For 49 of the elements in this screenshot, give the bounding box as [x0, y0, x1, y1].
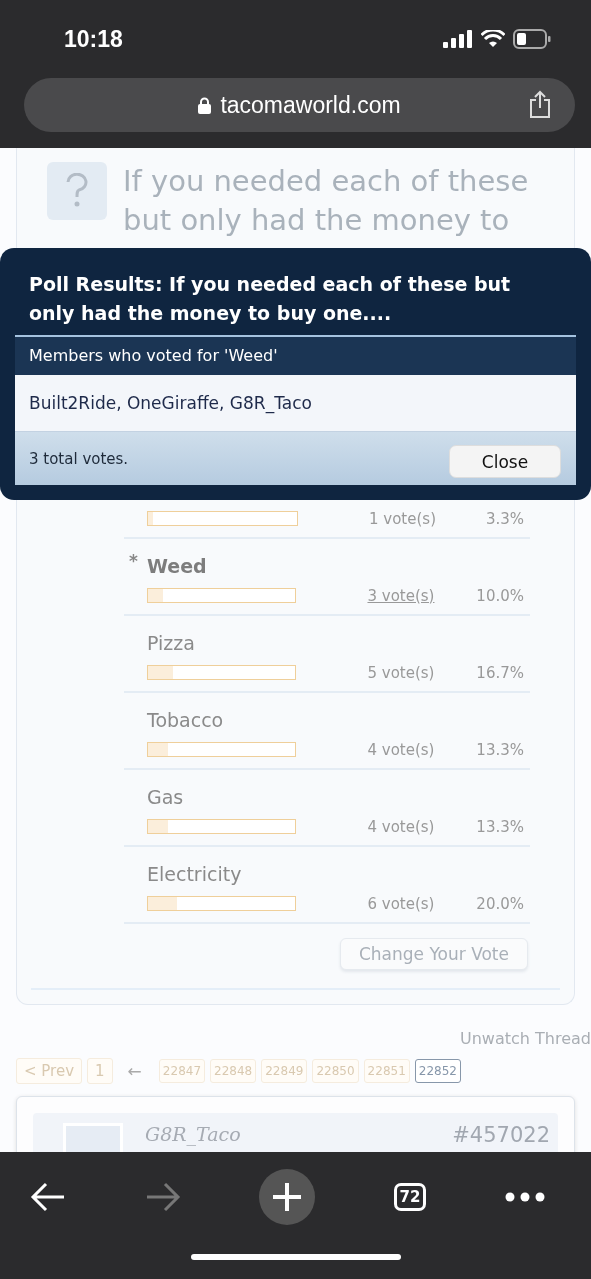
poll-question: If you needed each of these but only had the money to [123, 163, 530, 239]
page-button[interactable]: 22851 [363, 1059, 410, 1083]
vote-percent: 3.3% [485, 509, 524, 528]
page-button[interactable]: 22849 [261, 1059, 308, 1083]
close-button[interactable]: Close [449, 445, 561, 478]
share-icon[interactable] [529, 90, 551, 118]
vote-count-link[interactable]: 1 vote(s) [369, 509, 479, 528]
total-votes: 3 total votes. [29, 449, 129, 468]
new-tab-plus-icon[interactable] [259, 1169, 316, 1225]
wifi-icon [481, 30, 505, 48]
page-button[interactable]: 22850 [312, 1059, 359, 1083]
vote-count-link[interactable]: 4 vote(s) [367, 817, 477, 836]
battery-icon [513, 29, 551, 49]
vote-percent: 13.3% [476, 740, 524, 759]
vote-count-link[interactable]: 5 vote(s) [367, 663, 477, 682]
dialog-subheading: Members who voted for 'Weed' [15, 337, 576, 375]
post-number[interactable]: #457022 [452, 1123, 550, 1147]
page-button[interactable]: 22852 [414, 1059, 461, 1083]
vote-percent: 10.0% [476, 586, 524, 605]
more-dots-icon[interactable] [505, 1192, 545, 1202]
question-mark-icon [47, 162, 107, 220]
vote-percent: 13.3% [476, 817, 524, 836]
vote-count-link[interactable]: 3 vote(s) [367, 586, 477, 605]
address-bar[interactable]: tacomaworld.com [24, 78, 575, 132]
tab-count-button[interactable]: 72 [393, 1183, 427, 1211]
option-name: Gas [147, 786, 184, 808]
lock-icon [198, 96, 212, 114]
vote-count-link[interactable]: 4 vote(s) [367, 740, 477, 759]
vote-percent: 20.0% [476, 894, 524, 913]
voted-asterisk: * [129, 551, 138, 571]
option-name: Electricity [147, 863, 242, 885]
vote-count-link[interactable]: 6 vote(s) [367, 894, 477, 913]
voter-list: Built2Ride, OneGiraffe, G8R_Taco [15, 375, 576, 432]
page-jump-arrow[interactable]: ← [127, 1061, 142, 1081]
page-button[interactable]: 1 [87, 1058, 113, 1084]
back-arrow-icon[interactable] [30, 1182, 66, 1212]
post-author[interactable]: G8R_Taco [145, 1123, 241, 1145]
prev-page-button[interactable]: < Prev [16, 1058, 83, 1084]
page-button[interactable]: 22847 [158, 1059, 206, 1083]
status-time: 10:18 [64, 25, 123, 53]
change-vote-button[interactable]: Change Your Vote [339, 938, 528, 970]
unwatch-thread-link[interactable]: Unwatch Thread [460, 1029, 591, 1048]
signal-icon [443, 30, 473, 48]
page-button[interactable]: 22848 [210, 1059, 257, 1083]
option-name: Tobacco [147, 709, 224, 731]
option-name: Pizza [147, 632, 195, 654]
option-name: Weed [147, 555, 207, 577]
vote-percent: 16.7% [476, 663, 524, 682]
url-text: tacomaworld.com [220, 91, 401, 119]
